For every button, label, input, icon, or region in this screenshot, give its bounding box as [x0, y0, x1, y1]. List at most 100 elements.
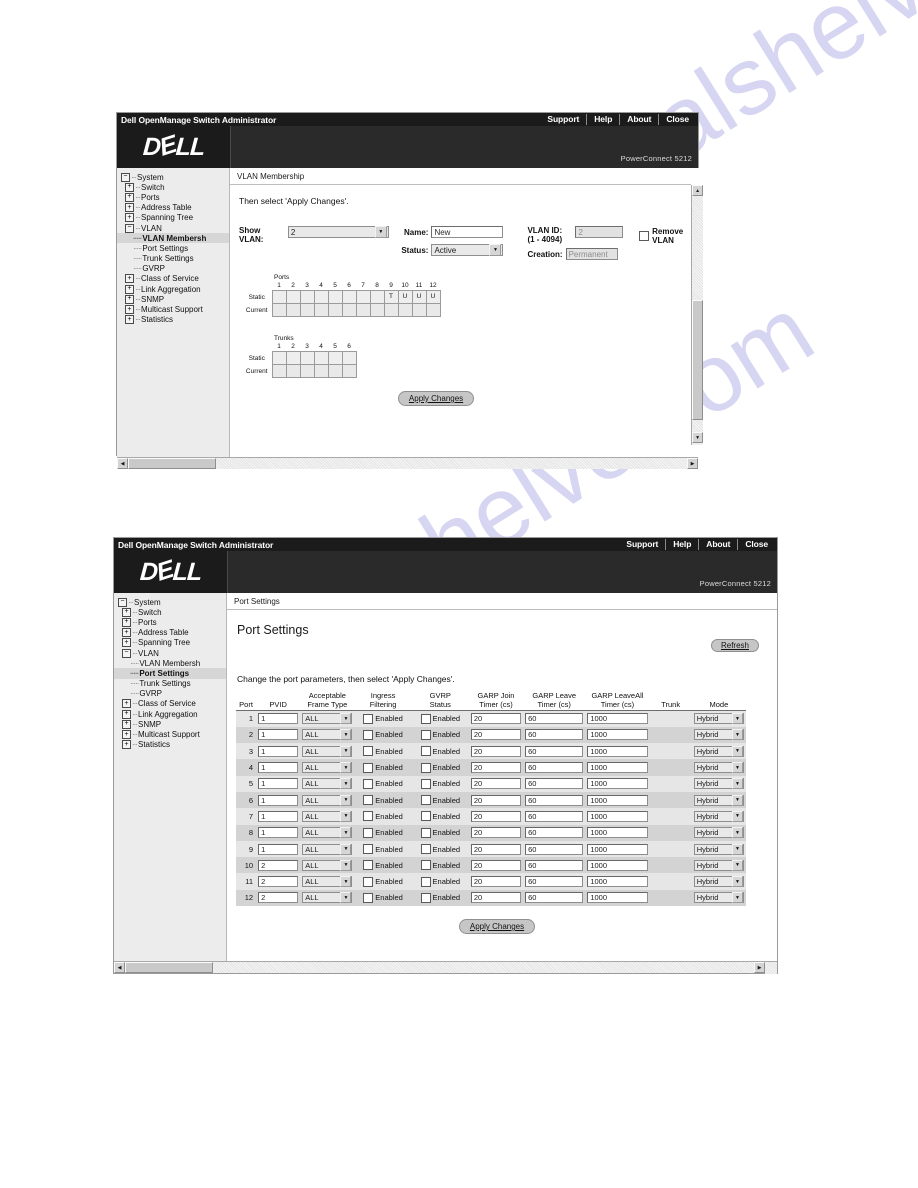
- grid-cell[interactable]: U: [411, 290, 427, 304]
- window1-hscroll-track[interactable]: [128, 458, 687, 469]
- garp-leaveall-timer-input[interactable]: 1000: [587, 794, 648, 806]
- tree-item-class-of-service[interactable]: + ··· Class of Service: [114, 699, 226, 709]
- apply-changes-button[interactable]: Apply Changes: [458, 919, 536, 935]
- tree-item-snmp[interactable]: + ··· SNMP: [114, 719, 226, 729]
- grid-cell[interactable]: [369, 290, 385, 304]
- chevron-down-icon[interactable]: ▼: [340, 713, 352, 725]
- mode-select[interactable]: Hybrid ▼: [693, 729, 744, 741]
- grid-cell[interactable]: [369, 303, 385, 317]
- chevron-down-icon[interactable]: ▼: [340, 859, 352, 871]
- about-link[interactable]: About: [698, 539, 737, 550]
- chevron-down-icon[interactable]: ▼: [340, 843, 352, 855]
- chevron-down-icon[interactable]: ▼: [732, 713, 743, 725]
- chevron-down-icon[interactable]: ▼: [732, 729, 743, 741]
- grid-cell[interactable]: [327, 364, 343, 378]
- tree-expand-icon[interactable]: +: [122, 617, 131, 627]
- chevron-down-icon[interactable]: ▼: [732, 827, 743, 839]
- table-row[interactable]: 3 1 ALL ▼ Enabled Enabled 20 60 1000 Hybrid ▼: [236, 743, 746, 760]
- grid-cell[interactable]: [313, 351, 329, 365]
- gvrp-status-group[interactable]: Enabled: [414, 795, 467, 806]
- garp-join-timer-input[interactable]: 20: [470, 810, 522, 822]
- grid-cell[interactable]: [285, 364, 301, 378]
- tree-expand-icon[interactable]: +: [125, 294, 134, 304]
- grid-cell[interactable]: [355, 303, 371, 317]
- garp-leave-timer-input[interactable]: 60: [525, 810, 584, 822]
- gvrp-status-group[interactable]: Enabled: [414, 860, 467, 871]
- garp-leaveall-timer-input[interactable]: 1000: [587, 859, 648, 871]
- chevron-down-icon[interactable]: ▼: [340, 876, 352, 888]
- grid-cell[interactable]: [271, 303, 287, 317]
- grid-cell[interactable]: [299, 303, 315, 317]
- garp-join-timer-input[interactable]: 20: [470, 859, 522, 871]
- window1-hscroll-thumb[interactable]: [128, 458, 216, 469]
- tree-item-statistics[interactable]: + ··· Statistics: [114, 740, 226, 750]
- frame-type-select[interactable]: ALL ▼: [302, 778, 353, 790]
- grid-cell[interactable]: [355, 290, 371, 304]
- gvrp-status-checkbox[interactable]: [420, 876, 431, 887]
- tree-item-system[interactable]: − ··· System: [117, 172, 229, 182]
- chevron-down-icon[interactable]: ▼: [732, 843, 743, 855]
- ingress-filtering-group[interactable]: Enabled: [356, 729, 409, 740]
- garp-leaveall-timer-input[interactable]: 1000: [587, 810, 648, 822]
- chevron-down-icon[interactable]: ▼: [732, 859, 743, 871]
- grid-cell[interactable]: [285, 303, 301, 317]
- tree-item-gvrp[interactable]: ····· GVRP: [117, 264, 229, 274]
- gvrp-status-checkbox[interactable]: [420, 860, 431, 871]
- table-row[interactable]: 2 1 ALL ▼ Enabled Enabled 20 60 1000 Hybrid ▼: [236, 726, 746, 744]
- frame-type-select[interactable]: ALL ▼: [302, 892, 353, 904]
- table-row[interactable]: 9 1 ALL ▼ Enabled Enabled 20 60 1000 Hybrid ▼: [236, 840, 746, 858]
- help-link[interactable]: Help: [665, 539, 698, 550]
- tree-item-address-table[interactable]: + ··· Address Table: [114, 628, 226, 638]
- gvrp-status-group[interactable]: Enabled: [414, 762, 467, 773]
- frame-type-select[interactable]: ALL ▼: [302, 876, 353, 888]
- gvrp-status-checkbox[interactable]: [420, 746, 431, 757]
- chevron-down-icon[interactable]: ▼: [340, 729, 352, 741]
- pvid-input[interactable]: 1: [258, 713, 299, 725]
- port-settings-table[interactable]: Port PVID Acceptable Frame Type Ingress Filte…: [236, 691, 746, 907]
- chevron-down-icon[interactable]: ▼: [340, 892, 352, 904]
- gvrp-status-checkbox[interactable]: [420, 811, 431, 822]
- table-row[interactable]: 10 2 ALL ▼ Enabled Enabled 20 60 1000 Hybrid ▼: [236, 857, 746, 874]
- mode-select[interactable]: Hybrid ▼: [693, 827, 744, 839]
- garp-leave-timer-input[interactable]: 60: [525, 859, 584, 871]
- grid-cell[interactable]: U: [397, 290, 413, 304]
- gvrp-status-group[interactable]: Enabled: [414, 729, 467, 740]
- chevron-down-icon[interactable]: ▼: [340, 778, 352, 790]
- mode-select[interactable]: Hybrid ▼: [693, 892, 744, 904]
- ingress-filtering-group[interactable]: Enabled: [356, 860, 409, 871]
- tree-item-system[interactable]: − ··· System: [114, 597, 226, 607]
- pvid-input[interactable]: 2: [258, 876, 299, 888]
- support-link[interactable]: Support: [619, 539, 665, 550]
- ingress-filtering-checkbox[interactable]: [363, 746, 374, 757]
- chevron-down-icon[interactable]: ▼: [732, 876, 743, 888]
- ingress-filtering-checkbox[interactable]: [363, 844, 374, 855]
- pvid-input[interactable]: 1: [258, 729, 299, 741]
- chevron-down-icon[interactable]: ▼: [340, 810, 352, 822]
- garp-leave-timer-input[interactable]: 60: [525, 713, 584, 725]
- table-row[interactable]: 6 1 ALL ▼ Enabled Enabled 20 60 1000 Hybrid ▼: [236, 791, 746, 809]
- gvrp-status-group[interactable]: Enabled: [414, 827, 467, 838]
- close-link[interactable]: Close: [658, 114, 696, 125]
- grid-cell[interactable]: [397, 303, 413, 317]
- pvid-input[interactable]: 1: [258, 794, 299, 806]
- garp-leave-timer-input[interactable]: 60: [525, 778, 584, 790]
- ingress-filtering-group[interactable]: Enabled: [356, 876, 409, 887]
- chevron-down-icon[interactable]: ▼: [340, 745, 352, 757]
- ingress-filtering-checkbox[interactable]: [363, 713, 374, 724]
- tree-expand-icon[interactable]: +: [125, 203, 134, 213]
- garp-join-timer-input[interactable]: 20: [470, 745, 522, 757]
- tree-expand-icon[interactable]: +: [125, 274, 134, 284]
- pvid-input[interactable]: 1: [258, 827, 299, 839]
- grid-cell[interactable]: [313, 364, 329, 378]
- tree-item-address-table[interactable]: + ··· Address Table: [117, 203, 229, 213]
- tree-item-gvrp[interactable]: ····· GVRP: [114, 689, 226, 699]
- garp-leave-timer-input[interactable]: 60: [525, 876, 584, 888]
- tree-item-trunk-settings[interactable]: ····· Trunk Settings: [117, 254, 229, 264]
- garp-join-timer-input[interactable]: 20: [470, 794, 522, 806]
- tree-expand-icon[interactable]: +: [122, 638, 131, 648]
- ingress-filtering-checkbox[interactable]: [363, 892, 374, 903]
- mode-select[interactable]: Hybrid ▼: [693, 778, 744, 790]
- garp-leave-timer-input[interactable]: 60: [525, 729, 584, 741]
- tree-expand-icon[interactable]: +: [122, 628, 131, 638]
- ingress-filtering-group[interactable]: Enabled: [356, 713, 409, 724]
